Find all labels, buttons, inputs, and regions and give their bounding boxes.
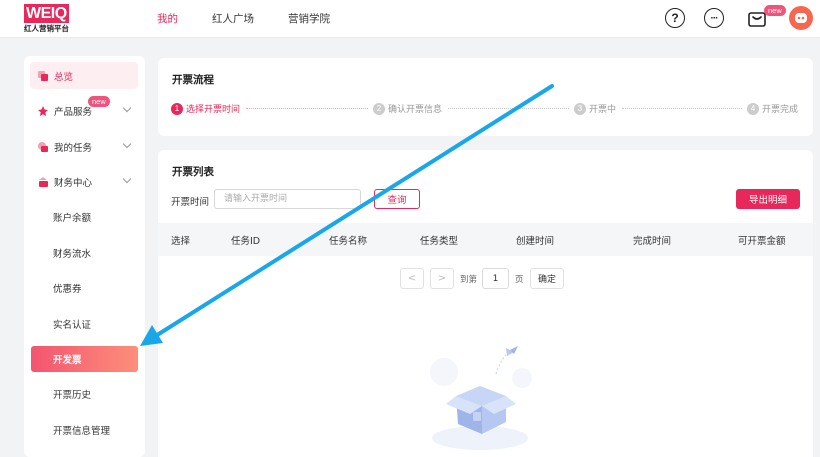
column-header-select: 选择 xyxy=(171,236,191,247)
column-header-task-name: 任务名称 xyxy=(329,236,368,247)
step-label: 开票中 xyxy=(589,105,617,115)
sidebar-item-invoice-info-management[interactable]: 开票信息管理 xyxy=(31,417,138,443)
nav-influencer-square[interactable]: 红人广场 xyxy=(212,11,254,26)
list-title: 开票列表 xyxy=(172,166,214,178)
chevron-down-icon xyxy=(122,103,132,113)
sidebar-item-real-name-auth[interactable]: 实名认证 xyxy=(31,311,138,337)
sidebar-item-label: 产品服务 xyxy=(54,106,93,118)
goto-suffix: 页 xyxy=(515,275,524,285)
chevron-down-icon xyxy=(122,139,132,149)
more-icon[interactable]: ··· xyxy=(704,8,724,28)
empty-box-illustration xyxy=(410,338,550,457)
flow-connector xyxy=(246,108,368,109)
step-label: 开票完成 xyxy=(762,105,799,115)
step-label: 选择开票时间 xyxy=(186,105,241,115)
sidebar-item-invoice-history[interactable]: 开票历史 xyxy=(31,381,138,407)
page-confirm-button[interactable]: 确定 xyxy=(530,268,564,289)
overview-icon xyxy=(37,70,49,82)
sidebar-item-finance[interactable]: 财务中心 xyxy=(30,168,138,195)
flow-step-4: 4 开票完成 xyxy=(747,102,798,115)
column-header-completed-time: 完成时间 xyxy=(633,236,672,247)
product-service-new-badge: new xyxy=(88,96,110,107)
invoice-time-label: 开票时间 xyxy=(171,197,210,208)
next-page-button[interactable]: > xyxy=(430,268,454,289)
logo-mark: WEIQ xyxy=(24,4,69,23)
goto-prefix: 到第 xyxy=(460,275,478,285)
top-header: WEIQ 红人营销平台 我的 红人广场 营销学院 ? ··· new xyxy=(0,0,820,38)
finance-icon xyxy=(37,176,49,188)
sidebar-item-product-service[interactable]: 产品服务 xyxy=(30,97,138,124)
sidebar-item-issue-invoice[interactable]: 开发票 xyxy=(31,346,138,372)
flow-title: 开票流程 xyxy=(172,74,214,86)
invoice-time-input[interactable] xyxy=(214,189,361,209)
step-label: 确认开票信息 xyxy=(388,105,443,115)
sidebar-item-my-tasks[interactable]: 我的任务 xyxy=(30,133,138,160)
sidebar-item-label: 财务中心 xyxy=(54,177,93,189)
sidebar-item-coupons[interactable]: 优惠券 xyxy=(31,275,138,301)
prev-page-button[interactable]: < xyxy=(400,268,424,289)
main-nav: 我的 红人广场 营销学院 xyxy=(157,11,364,26)
flow-connector xyxy=(448,108,569,109)
nav-mine[interactable]: 我的 xyxy=(157,11,178,26)
sidebar-item-label: 总览 xyxy=(54,71,74,83)
chevron-down-icon xyxy=(122,174,132,184)
step-number: 1 xyxy=(171,102,183,115)
step-number: 2 xyxy=(373,102,385,115)
logo-subtitle: 红人营销平台 xyxy=(24,24,69,33)
user-avatar[interactable] xyxy=(789,6,813,30)
sidebar-item-overview[interactable]: 总览 xyxy=(30,62,138,89)
step-number: 4 xyxy=(747,102,759,115)
step-number: 3 xyxy=(574,102,586,115)
flow-connector xyxy=(622,108,742,109)
column-header-created-time: 创建时间 xyxy=(516,236,555,247)
nav-marketing-academy[interactable]: 营销学院 xyxy=(288,11,330,26)
my-tasks-icon xyxy=(37,141,49,153)
weiq-logo[interactable]: WEIQ 红人营销平台 xyxy=(24,4,78,34)
page-number-input[interactable] xyxy=(482,268,509,289)
help-icon[interactable]: ? xyxy=(665,8,685,28)
sidebar-item-label: 我的任务 xyxy=(54,142,93,154)
new-badge: new xyxy=(764,5,786,16)
sidebar-item-finance-flow[interactable]: 财务流水 xyxy=(31,240,138,266)
sidebar-item-account-balance[interactable]: 账户余额 xyxy=(31,204,138,230)
product-service-icon xyxy=(37,105,49,117)
flow-step-2: 2 确认开票信息 xyxy=(373,102,442,115)
column-header-invoiceable-amount: 可开票金额 xyxy=(738,236,786,247)
query-button[interactable]: 查询 xyxy=(374,189,420,209)
flow-step-1: 1 选择开票时间 xyxy=(171,102,240,115)
export-details-button[interactable]: 导出明细 xyxy=(736,189,800,209)
column-header-task-type: 任务类型 xyxy=(420,236,459,247)
flow-step-3: 3 开票中 xyxy=(574,102,616,115)
column-header-task-id: 任务ID xyxy=(231,236,261,247)
invoice-flow-card: 开票流程 xyxy=(158,58,813,136)
